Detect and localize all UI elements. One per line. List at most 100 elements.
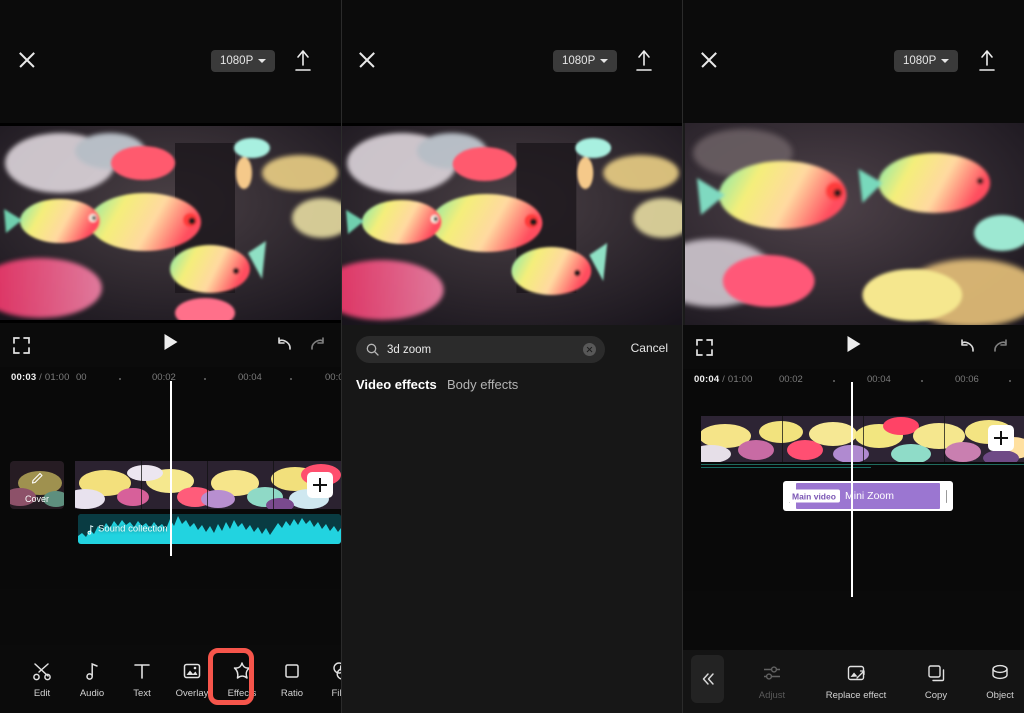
collapse-panel-button[interactable] bbox=[691, 655, 724, 703]
fish-video-frame bbox=[683, 123, 1024, 325]
fullscreen-icon[interactable] bbox=[695, 338, 714, 357]
audio-clip[interactable]: Sound collection bbox=[78, 514, 341, 544]
tool-text[interactable]: Text bbox=[117, 660, 167, 699]
replace-effect-icon bbox=[845, 662, 867, 684]
close-icon[interactable] bbox=[357, 50, 377, 70]
tool-label: Effects bbox=[227, 687, 257, 699]
timeline-3[interactable]: 00:04 / 01:00 00:02 00:04 00:06 Main vid… bbox=[683, 369, 1024, 597]
playhead[interactable] bbox=[851, 382, 853, 597]
clip-frame-divider bbox=[207, 461, 208, 509]
sliders-icon bbox=[761, 662, 783, 684]
panel2-header: 1080P bbox=[342, 0, 682, 123]
tool-copy[interactable]: Copy bbox=[911, 662, 961, 701]
tool-object[interactable]: Object bbox=[975, 662, 1024, 701]
clip-frame-divider bbox=[944, 416, 945, 462]
play-icon[interactable] bbox=[847, 336, 860, 352]
music-note-icon bbox=[81, 660, 103, 682]
cancel-button[interactable]: Cancel bbox=[631, 341, 668, 355]
effect-toolbar-3[interactable]: Adjust Replace effect Copy Object Delete bbox=[683, 650, 1024, 713]
cover-label: Cover bbox=[24, 494, 49, 504]
audio-clip-label: Sound collection bbox=[85, 524, 168, 535]
resolution-label: 1080P bbox=[562, 55, 596, 67]
tool-effects[interactable]: Effects bbox=[217, 660, 267, 699]
clear-icon[interactable] bbox=[583, 343, 596, 356]
ruler-dot bbox=[921, 380, 923, 382]
upload-icon[interactable] bbox=[975, 48, 999, 74]
resolution-label: 1080P bbox=[903, 55, 937, 67]
music-note-icon bbox=[85, 524, 94, 534]
tool-label: Copy bbox=[924, 690, 948, 701]
tool-audio[interactable]: Audio bbox=[67, 660, 117, 699]
redo-icon[interactable] bbox=[307, 334, 327, 354]
timeline-tracks-1[interactable]: Cover Sound collection bbox=[0, 381, 341, 589]
video-clip-filmstrip bbox=[75, 461, 341, 509]
close-icon[interactable] bbox=[17, 50, 37, 70]
upload-icon[interactable] bbox=[291, 48, 315, 74]
current-time-value: 00:03 bbox=[11, 372, 37, 383]
overlay-icon bbox=[181, 660, 203, 682]
video-clip-track[interactable] bbox=[75, 461, 341, 509]
tool-label: Object bbox=[986, 690, 1014, 701]
upload-icon[interactable] bbox=[632, 48, 656, 74]
effect-clip[interactable]: Main video Mini Zoom bbox=[783, 481, 953, 511]
search-row: 3d zoom Cancel bbox=[342, 325, 682, 373]
timeline-1[interactable]: 00:03 / 01:00 00 00:02 00:04 00:0 Cover … bbox=[0, 367, 341, 589]
chevron-down-icon bbox=[600, 59, 609, 63]
clip-frame-divider bbox=[141, 461, 142, 509]
undo-icon[interactable] bbox=[958, 336, 978, 356]
chevron-down-icon bbox=[941, 59, 950, 63]
fish-video-frame bbox=[342, 123, 682, 325]
panel-effects-search: 1080P 3d zoom Cancel Video effects Body … bbox=[341, 0, 682, 713]
ruler-tick: 00:06 bbox=[955, 374, 979, 385]
panel-effect-applied: 1080P 00:04 / 01:00 00:02 00:04 00:06 Ma… bbox=[682, 0, 1024, 713]
fullscreen-icon[interactable] bbox=[12, 336, 31, 355]
redo-icon[interactable] bbox=[990, 336, 1010, 356]
resolution-chip[interactable]: 1080P bbox=[553, 50, 618, 72]
tool-label: Edit bbox=[33, 687, 51, 699]
total-duration: 01:00 bbox=[727, 374, 753, 385]
resolution-label: 1080P bbox=[220, 55, 254, 67]
play-icon[interactable] bbox=[164, 334, 177, 350]
tool-replace-effect[interactable]: Replace effect bbox=[815, 662, 897, 701]
effects-tabs[interactable]: Video effects Body effects bbox=[342, 373, 682, 406]
copy-icon bbox=[925, 662, 947, 684]
cover-thumbnail[interactable]: Cover bbox=[10, 461, 64, 509]
search-input[interactable]: 3d zoom bbox=[356, 336, 605, 363]
ruler-tick: 00:02 bbox=[779, 374, 803, 385]
ruler-tick: 00:0 bbox=[325, 372, 341, 383]
video-clip-track[interactable] bbox=[701, 416, 1024, 462]
resolution-chip[interactable]: 1080P bbox=[894, 50, 959, 72]
tool-adjust[interactable]: Adjust bbox=[743, 662, 801, 701]
tab-body-effects[interactable]: Body effects bbox=[447, 377, 518, 392]
square-icon bbox=[281, 660, 303, 682]
ruler-tick: 00 bbox=[76, 372, 87, 383]
fish-video-frame bbox=[0, 123, 341, 323]
panel-editor: 1080P 00:03 / 01:00 00 00:02 00:04 00:0 … bbox=[0, 0, 341, 713]
playhead[interactable] bbox=[170, 381, 172, 556]
add-clip-button[interactable] bbox=[988, 425, 1014, 451]
tool-label: Ratio bbox=[280, 687, 304, 699]
effect-clip-handle-right[interactable] bbox=[940, 481, 953, 511]
clip-frame-divider bbox=[863, 416, 864, 462]
player-controls-3 bbox=[683, 325, 1024, 369]
total-duration: 01:00 bbox=[44, 372, 70, 383]
timeline-tracks-3[interactable]: Main video Mini Zoom bbox=[683, 382, 1024, 597]
timeline-ruler-3: 00:04 / 01:00 00:02 00:04 00:06 bbox=[683, 369, 1024, 391]
close-icon[interactable] bbox=[699, 50, 719, 70]
tool-edit[interactable]: Edit bbox=[17, 660, 67, 699]
ruler-tick: 00:02 bbox=[152, 372, 176, 383]
ruler-dot bbox=[119, 378, 121, 380]
clip-frame-divider bbox=[273, 461, 274, 509]
add-clip-button[interactable] bbox=[307, 472, 333, 498]
undo-icon[interactable] bbox=[275, 334, 295, 354]
chevron-down-icon bbox=[258, 59, 267, 63]
tab-video-effects[interactable]: Video effects bbox=[356, 377, 437, 392]
resolution-chip[interactable]: 1080P bbox=[211, 50, 276, 72]
tool-ratio[interactable]: Ratio bbox=[267, 660, 317, 699]
tool-overlay[interactable]: Overlay bbox=[167, 660, 217, 699]
editor-toolbar-1[interactable]: Edit Audio Text Overlay Effects Ratio Fi… bbox=[0, 645, 341, 713]
tool-filter[interactable]: Filter bbox=[317, 660, 341, 699]
tool-label: Audio bbox=[79, 687, 105, 699]
ruler-dot bbox=[1009, 380, 1011, 382]
ruler-dot bbox=[290, 378, 292, 380]
